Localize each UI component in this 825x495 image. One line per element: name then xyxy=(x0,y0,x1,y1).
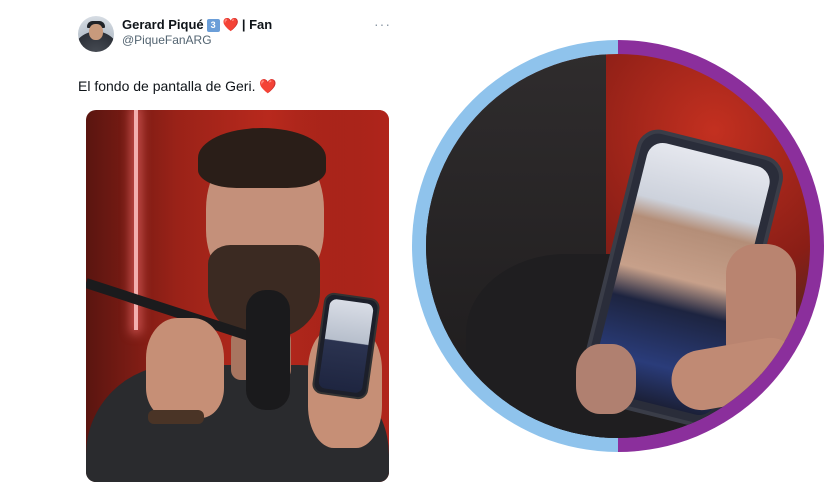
collage: Gerard Piqué 3 ❤️ | Fan @PiqueFanARG ···… xyxy=(0,0,825,495)
tweet-photo[interactable] xyxy=(86,110,389,482)
display-name[interactable]: Gerard Piqué xyxy=(122,17,204,33)
phone-screen xyxy=(317,298,375,394)
heart-emoji-icon: ❤️ xyxy=(259,78,277,94)
zoomed-phone-image xyxy=(426,54,810,438)
author-name-row[interactable]: Gerard Piqué 3 ❤️ | Fan xyxy=(122,17,272,33)
zoom-circle xyxy=(412,40,824,452)
more-options-icon[interactable]: ··· xyxy=(374,16,391,32)
person-hair xyxy=(198,128,326,188)
avatar-face xyxy=(89,24,103,40)
zoom-thumb xyxy=(576,344,636,414)
tweet-card: Gerard Piqué 3 ❤️ | Fan @PiqueFanARG ···… xyxy=(78,10,398,102)
tweet-body: El fondo de pantalla de Geri. xyxy=(78,78,256,94)
avatar[interactable] xyxy=(78,16,114,52)
heart-icon: ❤️ xyxy=(222,17,239,32)
name-suffix: | Fan xyxy=(241,17,273,32)
keycap-number-icon: 3 xyxy=(206,18,220,32)
bracelet xyxy=(148,410,204,424)
author-block: Gerard Piqué 3 ❤️ | Fan @PiqueFanARG xyxy=(122,10,272,48)
left-hand xyxy=(146,318,224,418)
microphone xyxy=(246,290,290,410)
tweet-text: El fondo de pantalla de Geri. ❤️ xyxy=(78,78,398,102)
tweet-header: Gerard Piqué 3 ❤️ | Fan @PiqueFanARG ··· xyxy=(78,10,398,58)
author-handle[interactable]: @PiqueFanARG xyxy=(122,33,272,48)
